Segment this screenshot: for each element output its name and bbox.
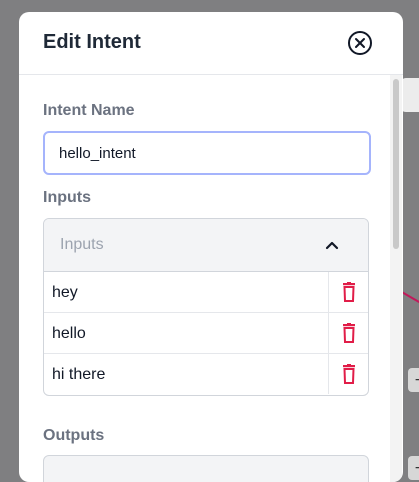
chevron-up-icon — [324, 237, 340, 253]
inputs-label: Inputs — [43, 189, 91, 207]
input-text: hello — [52, 325, 86, 343]
modal-body: Intent Name Inputs Inputs hey — [19, 75, 389, 482]
close-button[interactable] — [347, 30, 373, 56]
list-item: hello — [44, 313, 368, 354]
canvas-add-icon[interactable]: + — [408, 456, 419, 480]
trash-icon — [341, 282, 357, 302]
scrollbar-thumb[interactable] — [393, 79, 399, 249]
list-item: hey — [44, 272, 368, 313]
outputs-label: Outputs — [43, 427, 104, 445]
input-text: hi there — [52, 366, 105, 384]
delete-button[interactable] — [339, 364, 359, 384]
intent-name-label: Intent Name — [43, 102, 135, 120]
divider — [328, 272, 329, 312]
inputs-accordion-toggle[interactable]: Inputs — [44, 219, 368, 272]
outputs-accordion[interactable] — [43, 455, 369, 482]
inputs-accordion: Inputs hey — [43, 218, 369, 396]
divider — [328, 354, 329, 394]
trash-icon — [341, 323, 357, 343]
list-item: hi there — [44, 354, 368, 394]
delete-button[interactable] — [339, 282, 359, 302]
intent-name-input[interactable] — [43, 131, 371, 175]
close-circle-icon — [347, 30, 373, 56]
accordion-title: Inputs — [60, 236, 104, 254]
modal-scrollbar[interactable] — [390, 75, 402, 482]
input-text: hey — [52, 284, 78, 302]
divider — [328, 313, 329, 353]
edit-intent-modal: Edit Intent Intent Name Inputs Inputs he… — [19, 12, 403, 482]
canvas-add-icon[interactable]: + — [408, 368, 419, 392]
inputs-list: hey hello — [44, 272, 368, 394]
modal-title: Edit Intent — [43, 31, 141, 54]
modal-header: Edit Intent — [19, 12, 403, 75]
delete-button[interactable] — [339, 323, 359, 343]
trash-icon — [341, 364, 357, 384]
